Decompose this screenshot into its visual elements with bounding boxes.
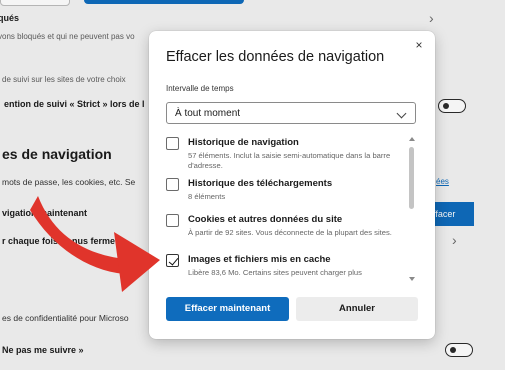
checkbox-cookies[interactable] bbox=[166, 214, 179, 227]
scroll-down-icon[interactable] bbox=[409, 277, 415, 281]
clear-browsing-data-dialog: Effacer les données de navigation × Inte… bbox=[149, 31, 435, 339]
clear-now-button[interactable]: Effacer maintenant bbox=[166, 297, 289, 321]
item-title: Cookies et autres données du site bbox=[188, 214, 343, 225]
item-title: Historique de navigation bbox=[188, 137, 299, 148]
dialog-title: Effacer les données de navigation bbox=[166, 49, 385, 65]
item-desc: Libère 83,6 Mo. Certains sites peuvent c… bbox=[188, 268, 362, 277]
item-desc: À partir de 92 sites. Vous déconnecte de… bbox=[188, 228, 392, 237]
chevron-down-icon bbox=[396, 108, 407, 119]
item-title: Historique des téléchargements bbox=[188, 178, 333, 189]
close-icon[interactable]: × bbox=[412, 38, 426, 52]
time-range-label: Intervalle de temps bbox=[166, 84, 234, 93]
item-desc: 57 éléments. Inclut la saisie semi-autom… bbox=[188, 151, 391, 170]
cancel-button[interactable]: Annuler bbox=[296, 297, 418, 321]
scrollbar-thumb[interactable] bbox=[409, 147, 414, 209]
item-desc: 8 éléments bbox=[188, 192, 226, 201]
time-range-select[interactable]: À tout moment bbox=[166, 102, 416, 124]
scrollbar[interactable] bbox=[408, 137, 416, 281]
checkbox-cached-images[interactable] bbox=[166, 254, 179, 267]
scroll-up-icon[interactable] bbox=[409, 137, 415, 141]
data-type-list: Historique de navigation 57 éléments. In… bbox=[166, 137, 420, 281]
checkmark-icon bbox=[168, 254, 178, 266]
item-title: Images et fichiers mis en cache bbox=[188, 254, 331, 265]
checkbox-browsing-history[interactable] bbox=[166, 137, 179, 150]
time-range-value: À tout moment bbox=[175, 108, 241, 119]
checkbox-download-history[interactable] bbox=[166, 178, 179, 191]
